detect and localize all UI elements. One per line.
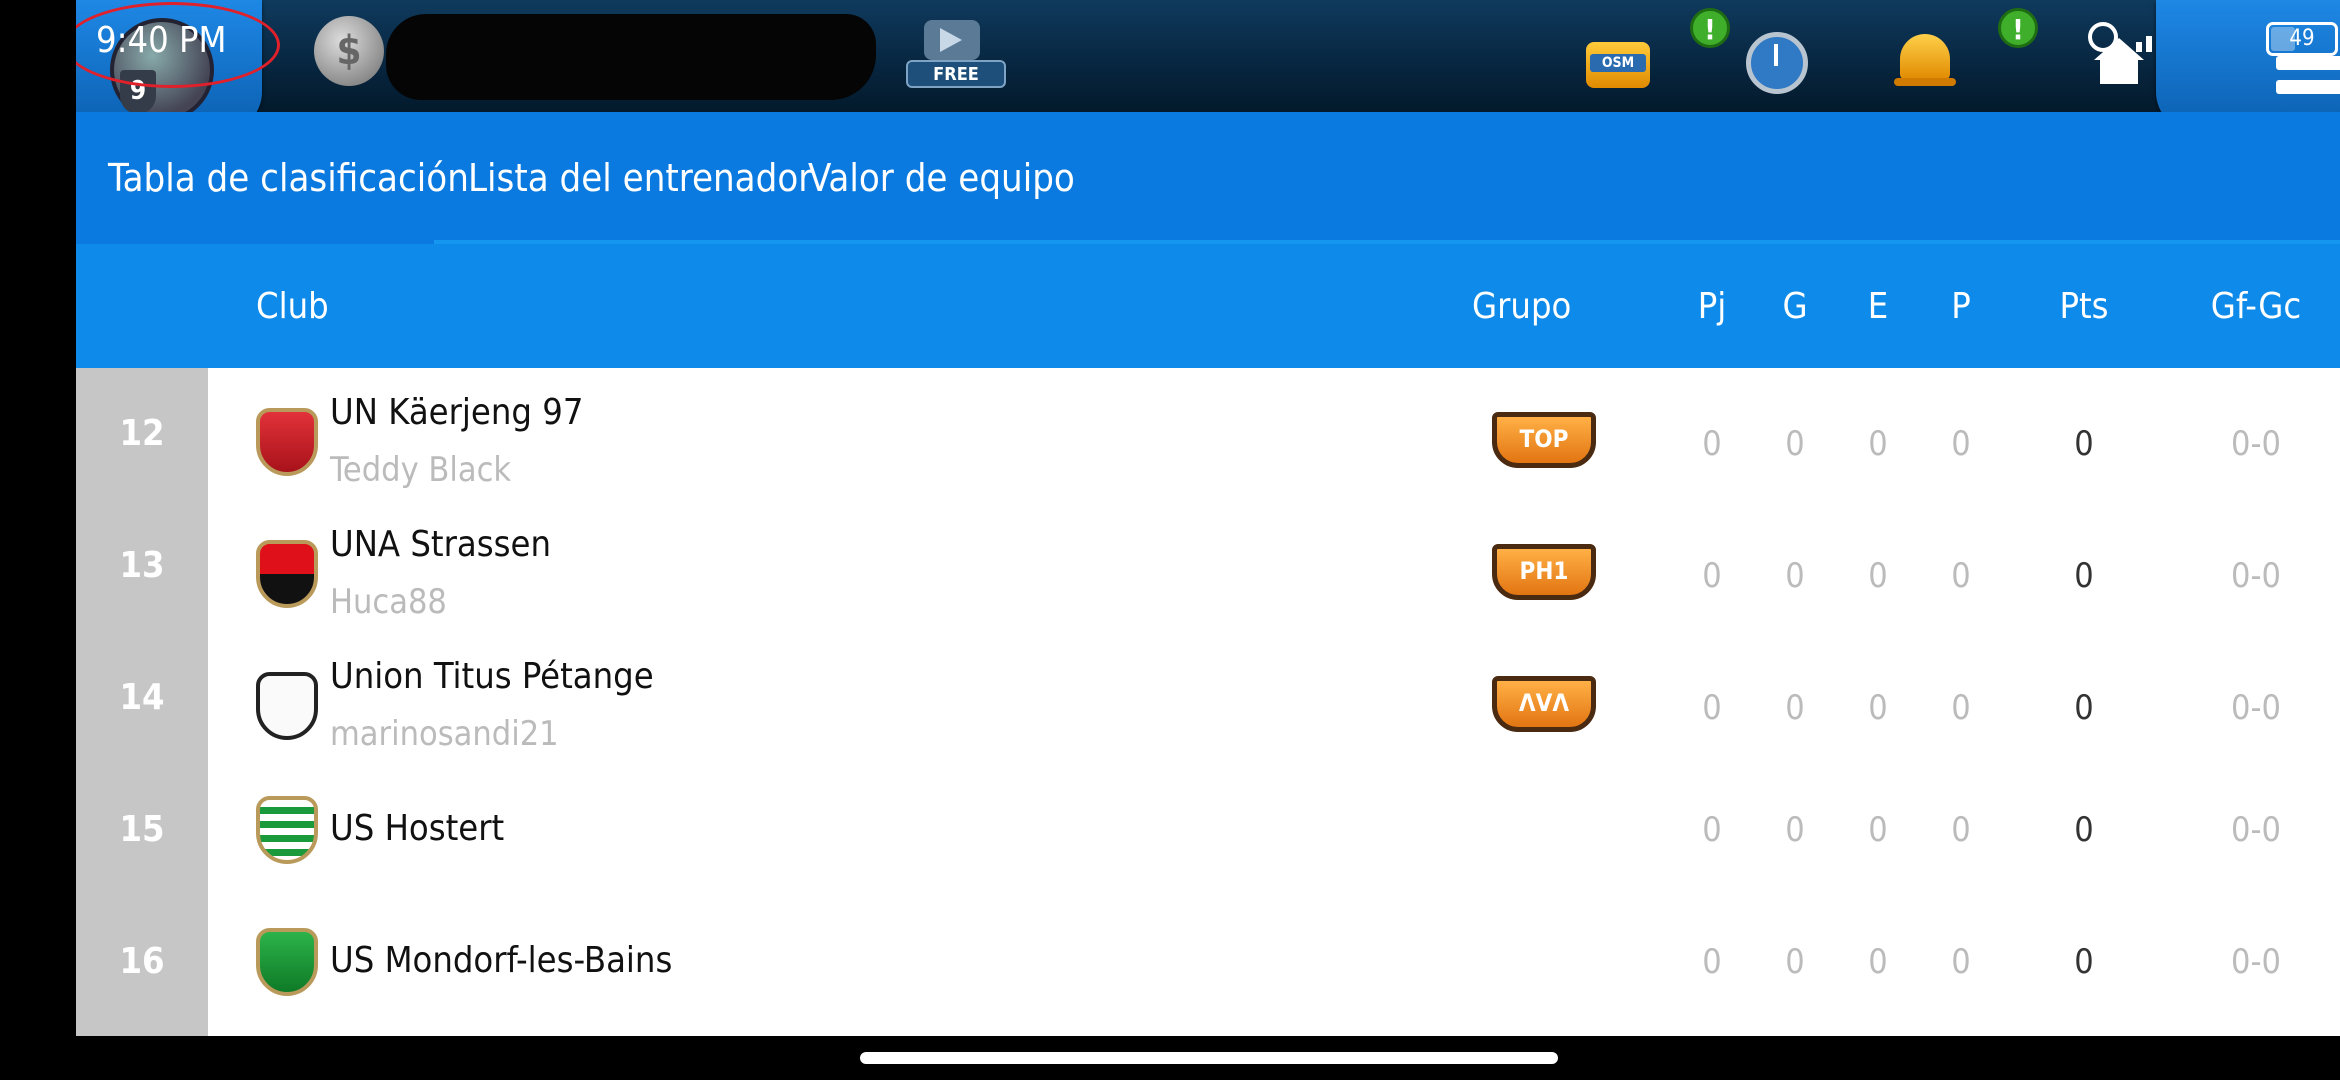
stat-gf-gc: 0-0 <box>2231 556 2281 596</box>
tab-squad-value[interactable]: Valor de equipo <box>808 156 1075 200</box>
column-header-g[interactable]: G <box>1765 286 1825 327</box>
club-crest-icon <box>256 796 318 864</box>
club-crest-icon <box>256 540 318 608</box>
column-header-club[interactable]: Club <box>256 286 329 327</box>
coin-icon[interactable]: $ <box>314 16 384 86</box>
stat-pts: 0 <box>2074 942 2094 982</box>
stat-p: 0 <box>1951 688 1971 728</box>
stat-e: 0 <box>1868 942 1888 982</box>
tab-manager-list[interactable]: Lista del entrenador <box>468 156 812 200</box>
play-icon <box>940 28 962 52</box>
stat-pj: 0 <box>1702 942 1722 982</box>
time-highlight-circle <box>76 2 280 88</box>
menu-icon-line <box>2276 80 2340 94</box>
stat-e: 0 <box>1868 556 1888 596</box>
club-name[interactable]: US Hostert <box>330 808 504 849</box>
stat-p: 0 <box>1951 810 1971 850</box>
stat-pts: 0 <box>2074 424 2094 464</box>
stat-e: 0 <box>1868 810 1888 850</box>
free-label: FREE <box>906 60 1006 88</box>
table-row[interactable]: 13 UNA Strassen Huca88 PH1 0 0 0 0 0 0-0 <box>76 500 2340 632</box>
club-crest-icon <box>256 408 318 476</box>
column-header-p[interactable]: P <box>1931 286 1991 327</box>
notifications-button[interactable] <box>1892 20 1962 90</box>
menu-icon <box>2276 56 2340 70</box>
bell-base <box>1894 78 1956 86</box>
stat-pj: 0 <box>1702 424 1722 464</box>
stat-p: 0 <box>1951 942 1971 982</box>
table-row[interactable]: 14 Union Titus Pétange marinosandi21 ΛVΛ… <box>76 632 2340 764</box>
stat-e: 0 <box>1868 688 1888 728</box>
coach-name[interactable]: Huca88 <box>330 582 447 622</box>
group-badge: ΛVΛ <box>1492 676 1596 732</box>
column-header-gf-gc[interactable]: Gf-Gc <box>2196 286 2316 327</box>
row-rank: 12 <box>119 413 165 454</box>
table-row[interactable]: 15 US Hostert 0 0 0 0 0 0-0 <box>76 764 2340 896</box>
stat-p: 0 <box>1951 424 1971 464</box>
coach-name[interactable]: Teddy Black <box>330 450 511 490</box>
column-header-group[interactable]: Grupo <box>1472 286 1571 327</box>
stat-pj: 0 <box>1702 556 1722 596</box>
stat-gf-gc: 0-0 <box>2231 942 2281 982</box>
stat-g: 0 <box>1785 688 1805 728</box>
row-rank: 15 <box>119 809 165 850</box>
redacted-area <box>386 14 876 100</box>
stat-g: 0 <box>1785 810 1805 850</box>
stat-g: 0 <box>1785 942 1805 982</box>
alert-badge-icon: ! <box>1690 8 1730 48</box>
stat-pts: 0 <box>2074 688 2094 728</box>
club-name[interactable]: UN Käerjeng 97 <box>330 392 583 433</box>
column-header-pts[interactable]: Pts <box>2044 286 2124 327</box>
stat-g: 0 <box>1785 424 1805 464</box>
stat-pj: 0 <box>1702 688 1722 728</box>
table-row[interactable]: 12 UN Käerjeng 97 Teddy Black TOP 0 0 0 … <box>76 368 2340 500</box>
stopwatch-hand <box>1774 44 1778 66</box>
bell-icon <box>1900 34 1950 80</box>
tab-standings[interactable]: Tabla de clasificación <box>108 156 469 200</box>
row-rank: 13 <box>119 545 165 586</box>
battery-indicator: 49 <box>2266 22 2338 56</box>
top-bar: 9 9:40 PM $ FREE OSM ! ! 49 <box>76 0 2340 132</box>
club-name[interactable]: Union Titus Pétange <box>330 656 654 697</box>
column-header-pj[interactable]: Pj <box>1682 286 1742 327</box>
stat-pts: 0 <box>2074 556 2094 596</box>
osm-label: OSM <box>1590 54 1646 72</box>
club-name[interactable]: UNA Strassen <box>330 524 551 565</box>
club-crest-icon <box>256 928 318 996</box>
row-rank: 16 <box>119 941 165 982</box>
tab-bar: Tabla de clasificación Lista del entrena… <box>76 112 2340 244</box>
osm-shop-button[interactable]: OSM <box>1584 20 1654 90</box>
stat-g: 0 <box>1785 556 1805 596</box>
club-crest-icon <box>256 672 318 740</box>
free-video-button[interactable]: FREE <box>906 18 1006 90</box>
group-badge: PH1 <box>1492 544 1596 600</box>
home-gesture-bar[interactable] <box>860 1052 1558 1064</box>
stat-gf-gc: 0-0 <box>2231 688 2281 728</box>
battery-level: 49 <box>2289 26 2315 51</box>
coach-name[interactable]: marinosandi21 <box>330 714 559 754</box>
stat-gf-gc: 0-0 <box>2231 810 2281 850</box>
stat-pj: 0 <box>1702 810 1722 850</box>
row-rank: 14 <box>119 677 165 718</box>
table-header: Club Grupo Pj G E P Pts Gf-Gc <box>76 244 2340 368</box>
column-header-e[interactable]: E <box>1848 286 1908 327</box>
home-icon[interactable] <box>2094 38 2144 84</box>
table-row[interactable]: 16 US Mondorf-les-Bains 0 0 0 0 0 0-0 <box>76 896 2340 1028</box>
stat-p: 0 <box>1951 556 1971 596</box>
timer-button[interactable] <box>1740 20 1810 94</box>
stat-gf-gc: 0-0 <box>2231 424 2281 464</box>
club-name[interactable]: US Mondorf-les-Bains <box>330 940 672 981</box>
stat-e: 0 <box>1868 424 1888 464</box>
app-screen: 9 9:40 PM $ FREE OSM ! ! 49 Tabla de cla… <box>76 0 2340 1036</box>
standings-table: 12 UN Käerjeng 97 Teddy Black TOP 0 0 0 … <box>76 368 2340 1036</box>
group-badge: TOP <box>1492 412 1596 468</box>
stat-pts: 0 <box>2074 810 2094 850</box>
